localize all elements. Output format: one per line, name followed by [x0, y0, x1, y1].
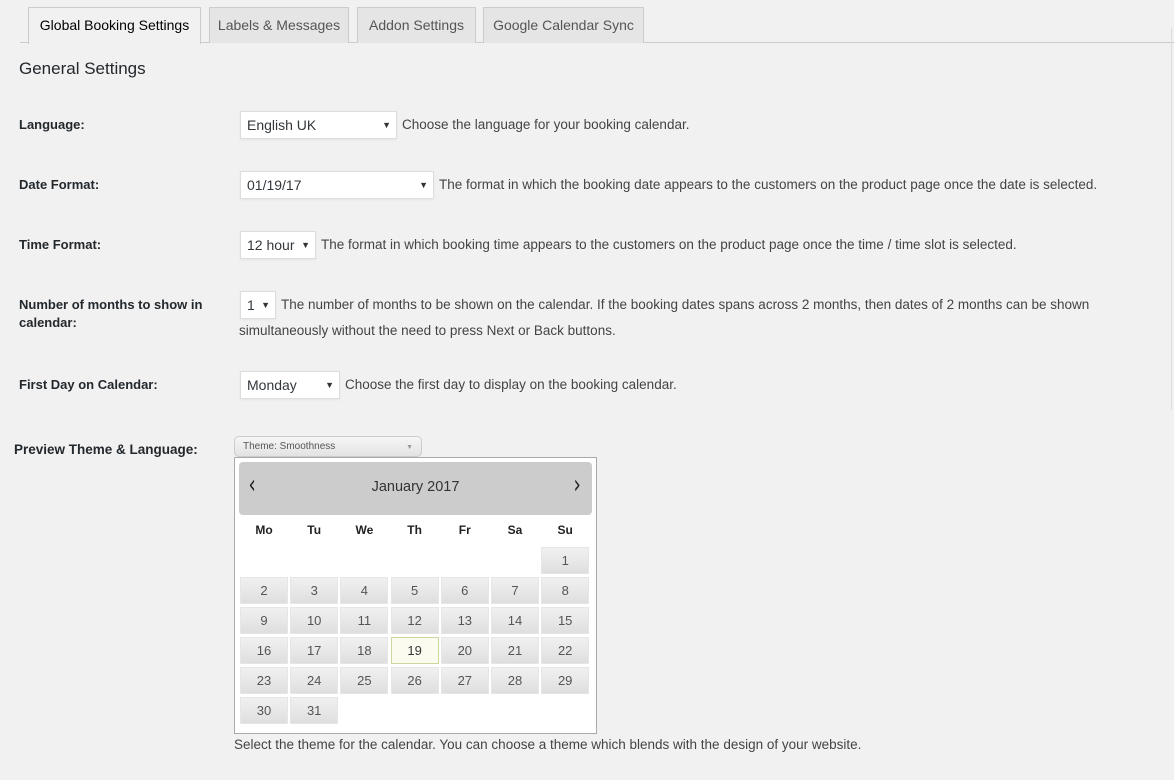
date-format-select[interactable]: 01/19/17 ▼: [240, 171, 434, 199]
months-select[interactable]: 1 ▼: [240, 291, 276, 319]
calendar-day[interactable]: 26: [390, 667, 439, 694]
calendar-day[interactable]: 9: [240, 607, 288, 634]
calendar-day[interactable]: 28: [491, 667, 539, 694]
calendar-day[interactable]: 16: [240, 637, 288, 664]
tab-labels-messages[interactable]: Labels & Messages: [209, 7, 349, 43]
theme-select-value: Theme: Smoothness: [243, 441, 336, 452]
months-select-value: 1: [247, 297, 255, 313]
calendar-day[interactable]: 7: [491, 577, 539, 604]
calendar-day[interactable]: 21: [491, 637, 539, 664]
time-format-select[interactable]: 12 hour ▼: [240, 231, 316, 259]
calendar-day[interactable]: 10: [290, 607, 339, 634]
chevron-right-icon[interactable]: ›: [573, 470, 580, 500]
tab-global-booking-settings[interactable]: Global Booking Settings: [28, 7, 201, 44]
calendar-day[interactable]: 24: [290, 667, 339, 694]
language-select[interactable]: English UK ▼: [240, 111, 397, 139]
weekday-header: Sa: [507, 523, 523, 537]
calendar-day[interactable]: 4: [340, 577, 389, 604]
panel-border: [1171, 28, 1172, 410]
language-description: Choose the language for your booking cal…: [402, 117, 690, 132]
calendar-day[interactable]: 17: [290, 637, 339, 664]
calendar-day[interactable]: 14: [491, 607, 539, 634]
first-day-description: Choose the first day to display on the b…: [345, 377, 677, 392]
language-label: Language:: [19, 117, 85, 132]
calendar-day[interactable]: 3: [290, 577, 339, 604]
theme-select[interactable]: Theme: Smoothness ▼: [234, 436, 422, 457]
theme-description: Select the theme for the calendar. You c…: [234, 737, 862, 752]
first-day-select[interactable]: Monday ▼: [240, 371, 340, 399]
calendar-header: ‹ January 2017 ›: [239, 462, 592, 515]
date-format-description: The format in which the booking date app…: [439, 177, 1098, 192]
date-format-label: Date Format:: [19, 177, 100, 192]
calendar-day[interactable]: 11: [340, 607, 389, 634]
calendar-day[interactable]: 30: [240, 697, 288, 724]
calendar-day[interactable]: 18: [340, 637, 389, 664]
calendar-day[interactable]: 22: [541, 637, 590, 664]
calendar-day[interactable]: 27: [440, 667, 489, 694]
dropdown-arrow-icon: ▼: [382, 120, 391, 130]
months-description-line2: simultaneously without the need to press…: [239, 323, 616, 338]
calendar-day[interactable]: 20: [440, 637, 489, 664]
weekday-header: Tu: [307, 523, 322, 537]
time-format-description: The format in which booking time appears…: [321, 237, 1017, 252]
calendar-day[interactable]: 8: [541, 577, 590, 604]
dropdown-arrow-icon: ▼: [301, 240, 310, 250]
calendar-day[interactable]: 23: [240, 667, 288, 694]
weekday-header: Su: [557, 523, 573, 537]
months-label: Number of months to show in calendar:: [19, 296, 202, 332]
time-format-select-value: 12 hour: [247, 237, 295, 253]
calendar-day[interactable]: 5: [390, 577, 439, 604]
dropdown-arrow-icon: ▼: [325, 380, 334, 390]
language-select-value: English UK: [247, 117, 317, 133]
calendar-day[interactable]: 6: [440, 577, 489, 604]
months-label-line1: Number of months to show in: [19, 297, 203, 312]
calendar-day[interactable]: 25: [340, 667, 389, 694]
calendar-day[interactable]: 1: [541, 547, 590, 574]
calendar-day[interactable]: 2: [240, 577, 288, 604]
months-label-line2: calendar:: [19, 315, 77, 330]
calendar-day[interactable]: 12: [390, 607, 439, 634]
weekday-header: Th: [407, 523, 422, 537]
date-format-select-value: 01/19/17: [247, 177, 302, 193]
calendar-day-today[interactable]: 19: [390, 637, 439, 664]
dropdown-arrow-icon: ▼: [261, 300, 270, 310]
calendar-day[interactable]: 15: [541, 607, 590, 634]
tab-google-calendar-sync[interactable]: Google Calendar Sync: [483, 7, 644, 43]
calendar-day[interactable]: 31: [290, 697, 339, 724]
section-title: General Settings: [19, 59, 146, 78]
dropdown-arrow-icon: ▼: [419, 180, 428, 190]
time-format-label: Time Format:: [19, 237, 102, 252]
calendar-day[interactable]: 13: [440, 607, 489, 634]
weekday-header: Mo: [255, 523, 273, 537]
months-description-line1: The number of months to be shown on the …: [281, 297, 1090, 312]
tab-addon-settings[interactable]: Addon Settings: [357, 7, 476, 43]
weekday-header: Fr: [458, 523, 471, 537]
preview-label: Preview Theme & Language:: [14, 442, 198, 457]
calendar-month-title: January 2017: [371, 479, 460, 495]
first-day-label: First Day on Calendar:: [19, 377, 158, 392]
calendar-preview: ‹ January 2017 › Mo Tu We Th Fr Sa Su 1 2 3 4 5 6 7 8 9…: [234, 457, 597, 734]
first-day-select-value: Monday: [247, 377, 297, 393]
weekday-header: We: [355, 523, 374, 537]
settings-tabs: Global Booking Settings Labels & Message…: [20, 7, 1174, 44]
calendar-day[interactable]: 29: [541, 667, 590, 694]
dropdown-arrow-icon: ▼: [406, 444, 413, 451]
